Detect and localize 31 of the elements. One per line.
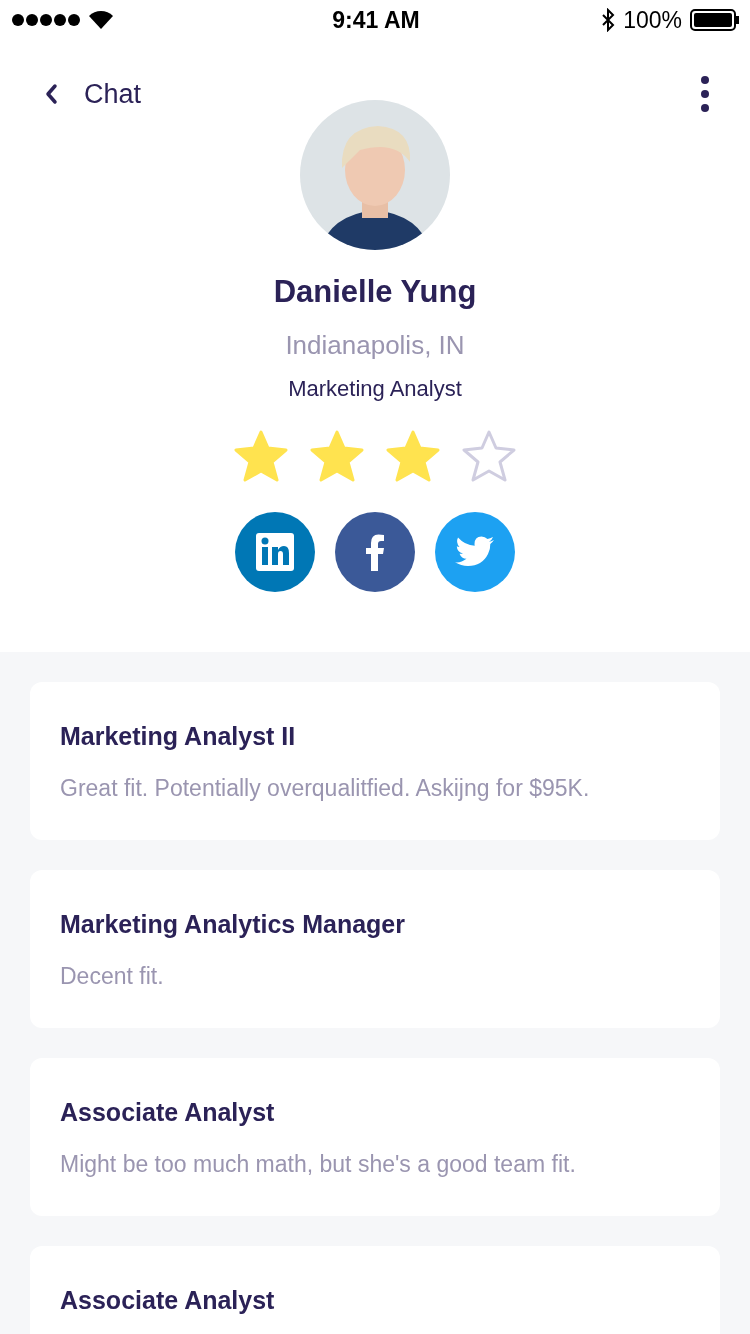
facebook-icon — [365, 533, 385, 571]
status-time: 9:41 AM — [332, 6, 420, 34]
bluetooth-icon — [601, 8, 616, 32]
back-button[interactable]: Chat — [44, 78, 142, 110]
card-note: Decent fit. — [60, 963, 165, 990]
filled-star-icon — [234, 430, 288, 482]
card-note: Might be too much math, but she's a good team fit. — [60, 1151, 577, 1178]
filled-star-icon — [386, 430, 440, 482]
kebab-icon — [700, 75, 710, 113]
card-title: Marketing Analyst II — [60, 722, 297, 751]
profile-name: Danielle Yung — [273, 274, 477, 310]
filled-star-icon — [310, 430, 364, 482]
card-note: Great fit. Potentially overqualitfied. Askijng for $95K. — [60, 775, 591, 802]
profile-title: Marketing Analyst — [288, 376, 462, 402]
card-title: Marketing Analytics Manager — [60, 910, 406, 939]
card-title: Associate Analyst — [60, 1286, 276, 1315]
more-button[interactable] — [700, 75, 710, 113]
signal-icon — [12, 13, 80, 27]
battery-icon — [690, 9, 740, 31]
battery-percent: 100% — [623, 6, 682, 34]
card-title: Associate Analyst — [60, 1098, 276, 1127]
note-card[interactable]: Associate Analyst Might be too much math, but she's a good team fit. — [30, 1058, 720, 1216]
profile-location: Indianapolis, IN — [285, 330, 465, 361]
chevron-left-icon — [44, 83, 58, 105]
wifi-icon — [88, 10, 114, 30]
note-card[interactable]: Marketing Analyst II Great fit. Potentially overqualitfied. Askijng for $95K. — [30, 682, 720, 840]
note-card[interactable]: Associate Analyst — [30, 1246, 720, 1334]
bird-icon — [455, 536, 495, 568]
note-card[interactable]: Marketing Analytics Manager Decent fit. — [30, 870, 720, 1028]
empty-star-icon — [462, 430, 516, 482]
linkedin-icon — [256, 533, 294, 571]
